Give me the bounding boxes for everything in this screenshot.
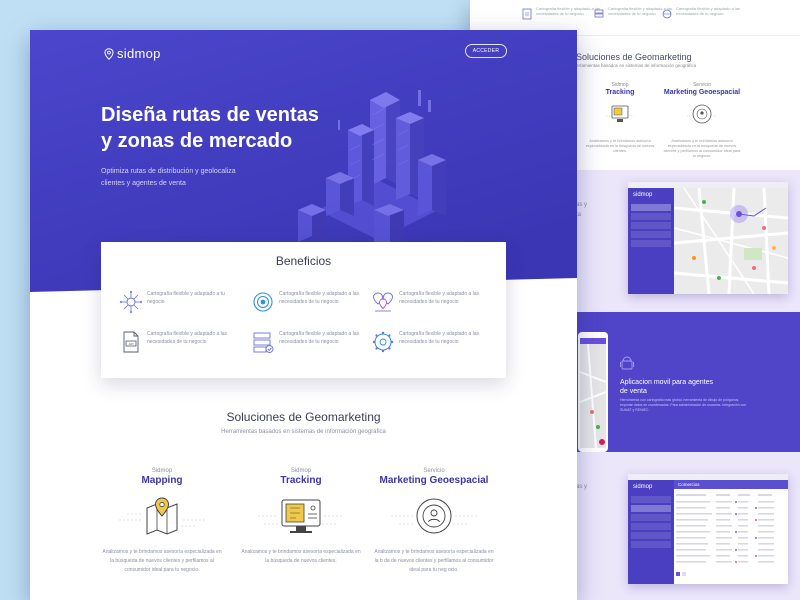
mockup-sidebar-item — [631, 541, 671, 548]
monitor-map-icon — [605, 105, 635, 122]
mockup-sidebar-item — [631, 204, 671, 211]
mockup-sidebar-item — [631, 514, 671, 521]
back-top-item: Cartografía flexible y adaptado a las ne… — [676, 6, 741, 16]
benefit-text: Cartografía flexible y adaptado a las ne… — [399, 331, 480, 345]
solution-card-tracking: Sidmop Tracking Analizamos y te brindamo… — [241, 468, 361, 566]
hero-title-line: y zonas de mercado — [101, 130, 293, 152]
mobile-app-description: Herramienta con cartografía más global, … — [620, 398, 747, 412]
user-target-icon — [687, 104, 717, 124]
benefits-title: Beneficios — [275, 254, 332, 268]
mockup-sidebar-item — [631, 240, 671, 247]
mockup-sidebar: sidmop — [628, 188, 674, 294]
benefit-text: Cartografía flexible y adaptado a tu neg… — [147, 291, 225, 305]
document-api-icon: API — [123, 331, 139, 353]
hero-subtitle-line: Optimiza rutas de distribución y geoloca… — [101, 168, 236, 175]
benefit-item: Cartografía flexible y adaptado a las ne… — [371, 290, 491, 320]
solution-card-mapping: Sidmop Mapping Analizamos y te brindamos… — [102, 468, 222, 575]
solution-card-text: Analizamos y te brindamos asesoría espec… — [102, 549, 222, 573]
hero-subtitle-line: clientes y agentes de venta — [101, 180, 186, 187]
server-check-icon — [253, 332, 274, 353]
back-solutions-subtitle: erramientas basados en sistemas de infor… — [576, 63, 697, 68]
back-solutions-title: Soluciones de Geomarketing — [576, 52, 692, 62]
solution-card-title: Mapping — [141, 475, 183, 486]
solution-card-marketing-geoespacial: Servicio Marketing Geoespacial Analizamo… — [374, 468, 494, 575]
mobile-app-title-line: de venta — [620, 388, 647, 395]
web-app-mockup: sidmop — [628, 182, 788, 294]
solution-card-title: Tracking — [280, 475, 322, 486]
svg-text:API: API — [129, 342, 134, 346]
hero-title-line: Diseña rutas de ventas — [101, 104, 319, 126]
mockup-sidebar-item — [631, 496, 671, 503]
benefits-card: Beneficios Cartografía flexible y adapta… — [101, 242, 506, 378]
table-header-bar: Comercios — [674, 480, 788, 489]
brand-logo[interactable]: sidmop — [104, 46, 161, 61]
benefit-item: Cartografía flexible y adaptado a las ne… — [251, 290, 371, 320]
mockup-sidebar-item — [631, 523, 671, 530]
landing-page: sidmop ACCEDER Diseña rutas de ventas y … — [30, 30, 577, 600]
mockup-logo: sidmop — [633, 484, 653, 490]
globe-network-icon — [372, 331, 394, 353]
benefit-item: Cartografía flexible y adaptado a tu neg… — [119, 290, 239, 320]
brand-name: sidmop — [117, 46, 161, 61]
benefit-item: API Cartografía flexible y adaptado a la… — [119, 330, 239, 360]
network-grid-icon — [119, 290, 143, 314]
back-solution-card: Sidmop Tracking Analizamos y te brindamo… — [580, 82, 660, 154]
hero-subtitle: Optimiza rutas de distribución y geoloca… — [101, 166, 261, 190]
back-card-text: Analizamos y te brindamos asesoría espec… — [663, 139, 741, 158]
target-icon — [253, 292, 273, 312]
android-icon — [620, 356, 634, 370]
mobile-app-title-line: Aplicacion movil para agentes — [620, 379, 713, 386]
street-map — [674, 188, 788, 294]
hero-title: Diseña rutas de ventas y zonas de mercad… — [101, 102, 351, 154]
benefit-text: Cartografía flexible y adaptado a las ne… — [399, 291, 480, 305]
back-card-title: Marketing Geoespacial — [663, 89, 741, 96]
benefit-item: Cartografía flexible y adaptado a las ne… — [371, 330, 491, 360]
mockup-sidebar-item — [631, 231, 671, 238]
mockup-sidebar-item — [631, 213, 671, 220]
back-card-title: Tracking — [605, 89, 635, 96]
user-target-icon — [391, 498, 477, 534]
solution-card-small: Sidmop — [151, 468, 173, 474]
mockup-sidebar-item — [631, 505, 671, 512]
document-icon — [522, 8, 532, 20]
location-pins-icon — [373, 292, 393, 312]
benefit-text: Cartografía flexible y adaptado a las ne… — [147, 331, 228, 345]
login-button[interactable]: ACCEDER — [465, 44, 507, 58]
mockup-sidebar-item — [631, 222, 671, 229]
back-card-text: Analizamos y te brindamos asesoría espec… — [585, 139, 655, 153]
phone-mockup — [578, 332, 608, 452]
solution-card-text: Analizamos y te brindamos asesoría espec… — [241, 549, 361, 564]
solution-card-text: Analizamos y te brindamos asesoría espec… — [374, 549, 494, 573]
map-pin-icon — [119, 497, 205, 535]
back-card-small: Servicio — [693, 82, 711, 88]
table-app-mockup: sidmop Comercios — [628, 474, 788, 584]
back-card-small: Sidmop — [611, 82, 629, 88]
location-pin-icon — [104, 47, 114, 60]
solution-card-title: Marketing Geoespacial — [379, 475, 489, 486]
solution-card-small: Servicio — [423, 468, 445, 474]
globe-icon — [662, 9, 672, 19]
server-icon — [594, 9, 604, 18]
back-solution-card: Servicio Marketing Geoespacial Analizamo… — [662, 82, 742, 159]
mockup-logo: sidmop — [633, 192, 653, 198]
monitor-map-icon — [258, 499, 344, 533]
benefit-text: Cartografía flexible y adaptado a las ne… — [279, 291, 360, 305]
mobile-app-title: Aplicacion movil para agentes de venta — [620, 378, 740, 396]
mockup-sidebar: sidmop — [628, 480, 674, 584]
back-section-text-fragment: as y — [576, 484, 588, 490]
back-section-text-fragment: as y — [576, 202, 588, 208]
data-table — [676, 494, 774, 576]
benefit-item: Cartografía flexible y adaptado a las ne… — [251, 330, 371, 360]
mockup-sidebar-item — [631, 532, 671, 539]
solutions-title: Soluciones de Geomarketing — [226, 410, 381, 424]
solutions-subtitle: Herramientas basados en sistemas de info… — [221, 429, 386, 435]
solution-card-small: Sidmop — [290, 468, 312, 474]
isometric-city-illustration — [298, 90, 446, 252]
benefit-text: Cartografía flexible y adaptado a las ne… — [279, 331, 360, 345]
